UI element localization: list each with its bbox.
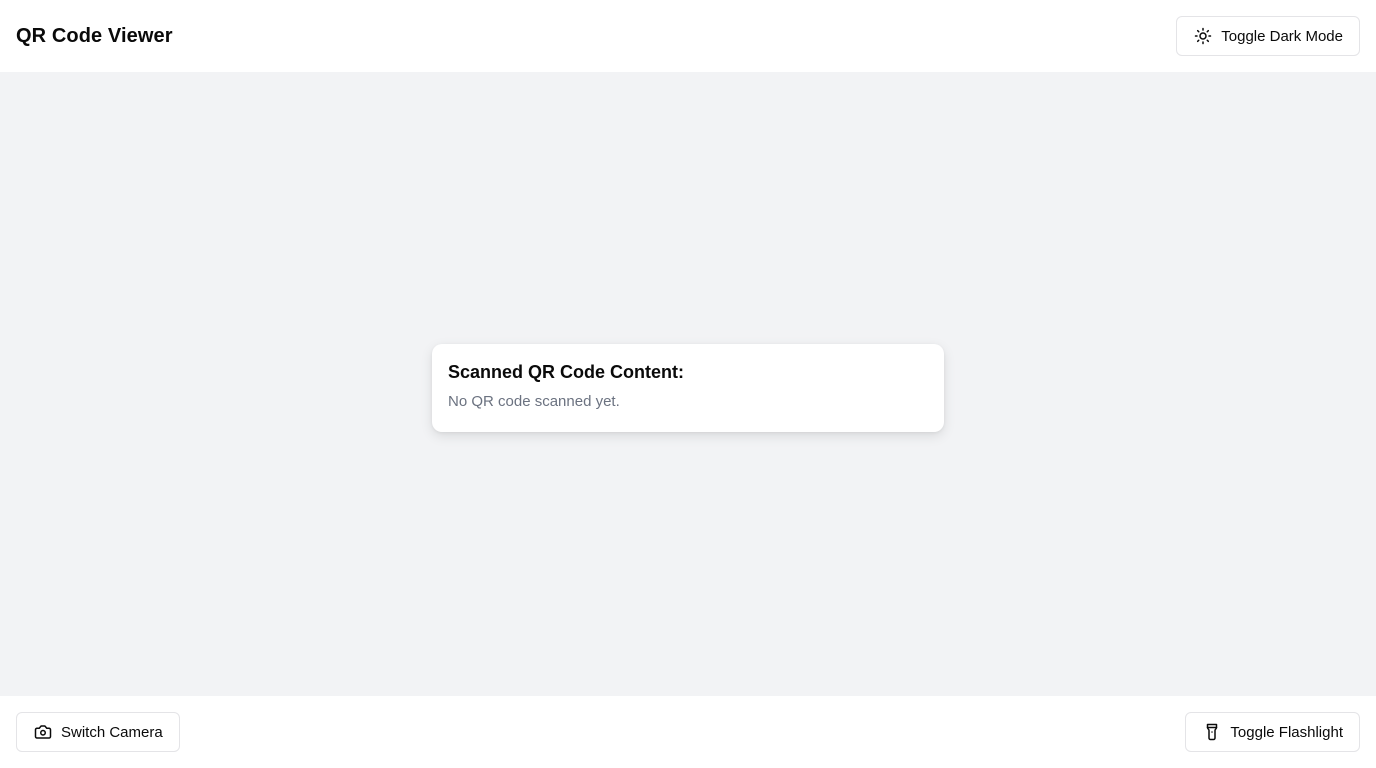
app-footer: Switch Camera Toggle Flashlight	[0, 696, 1376, 768]
switch-camera-button[interactable]: Switch Camera	[16, 712, 180, 752]
flashlight-icon	[1202, 722, 1222, 742]
camera-icon	[33, 722, 53, 742]
app-header: QR Code Viewer Toggle Dark Mode	[0, 0, 1376, 72]
toggle-flashlight-label: Toggle Flashlight	[1230, 723, 1343, 741]
page-title: QR Code Viewer	[16, 24, 173, 47]
card-title: Scanned QR Code Content:	[448, 362, 685, 382]
app-root: QR Code Viewer Toggle Dark Mode Scanned …	[0, 0, 1376, 768]
toggle-dark-mode-button[interactable]: Toggle Dark Mode	[1176, 16, 1360, 56]
sun-icon	[1193, 26, 1213, 46]
scanned-content-text: No QR code scanned yet.	[448, 393, 620, 410]
switch-camera-label: Switch Camera	[61, 723, 163, 741]
scanner-area: Scanned QR Code Content: No QR code scan…	[0, 72, 1376, 696]
scanned-content-card: Scanned QR Code Content: No QR code scan…	[432, 344, 944, 432]
toggle-dark-mode-label: Toggle Dark Mode	[1221, 27, 1343, 45]
toggle-flashlight-button[interactable]: Toggle Flashlight	[1185, 712, 1360, 752]
